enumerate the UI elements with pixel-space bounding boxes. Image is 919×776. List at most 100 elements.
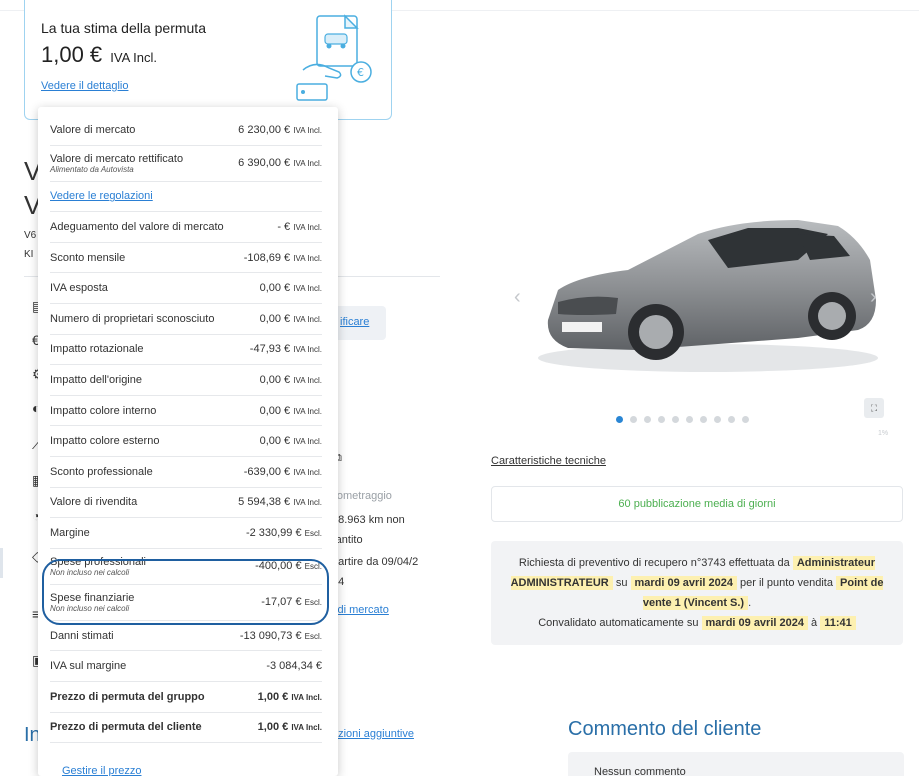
price-detail-label-text: IVA esposta (50, 282, 108, 295)
price-detail-value: 0,00 € IVA Incl. (260, 405, 322, 417)
estimate-value: 1,00 € IVA Incl. (41, 42, 157, 68)
price-detail-amount: -47,93 € (249, 343, 291, 356)
price-detail-value: - € IVA Incl. (277, 221, 322, 233)
price-detail-label-text: Sconto mensile (50, 251, 126, 264)
carousel-dot[interactable] (672, 416, 679, 423)
price-detail-amount: - € (277, 220, 291, 233)
price-detail-label-text: Sconto professionale (50, 465, 153, 478)
price-detail-label: IVA sul margine (50, 660, 266, 672)
price-detail-row: IVA esposta 0,00 € IVA Incl. (50, 273, 322, 304)
estimate-vat-suffix: IVA Incl. (110, 50, 158, 65)
fullscreen-icon[interactable]: ⛶ (864, 398, 884, 418)
quote-val-date: mardi 09 avril 2024 (701, 616, 808, 630)
carousel-prev-icon[interactable]: ‹ (514, 286, 521, 309)
price-detail-label: Margine (50, 527, 246, 539)
price-detail-unit: IVA Incl. (293, 375, 322, 385)
carousel-dot[interactable] (658, 416, 665, 423)
customer-comment-heading: Commento del cliente (568, 718, 762, 740)
technical-specs-link[interactable]: Caratteristiche tecniche (491, 455, 606, 467)
price-detail-unit: IVA Incl. (293, 406, 322, 416)
see-adjustments-link[interactable]: Vedere le regolazioni (50, 182, 322, 213)
available-from: partire da 09/04/2 (332, 556, 419, 568)
price-detail-row: Sconto professionale -639,00 € IVA Incl. (50, 457, 322, 488)
price-detail-unit: Escl. (304, 631, 322, 641)
price-detail-amount: 0,00 € (259, 282, 291, 295)
price-detail-value: -108,69 € IVA Incl. (244, 252, 322, 264)
carousel-dot[interactable] (728, 416, 735, 423)
price-detail-unit: IVA Incl. (291, 723, 322, 733)
price-detail-row: Valore di mercato 6 230,00 € IVA Incl. (50, 115, 322, 146)
carousel-dot[interactable] (616, 416, 623, 423)
price-detail-label-text: Vedere le regolazioni (50, 190, 153, 203)
price-detail-unit: IVA Incl. (293, 284, 322, 294)
carousel-dot[interactable] (714, 416, 721, 423)
price-detail-label: Impatto dell'origine (50, 374, 260, 386)
price-detail-unit: IVA Incl. (293, 159, 322, 169)
market-link[interactable]: i di mercato (332, 604, 389, 616)
price-detail-label: Danni stimati (50, 630, 240, 642)
price-detail-unit: IVA Incl. (293, 125, 322, 135)
price-detail-value: 5 594,38 € IVA Incl. (238, 496, 322, 508)
price-detail-label-text: Numero di proprietari sconosciuto (50, 312, 215, 325)
price-detail-label-text: Impatto dell'origine (50, 373, 142, 386)
price-detail-unit: IVA Incl. (293, 345, 322, 355)
price-detail-amount: 5 594,38 € (238, 496, 291, 509)
price-detail-amount: 6 390,00 € (238, 157, 291, 170)
price-detail-row: Adeguamento del valore di mercato - € IVA… (50, 212, 322, 243)
highlight-annotation (42, 559, 329, 625)
quote-at: à (811, 617, 818, 629)
modify-button[interactable]: ificare (334, 306, 386, 340)
price-detail-label: Vedere le regolazioni (50, 190, 322, 202)
left-edge-marker (0, 548, 3, 578)
customer-comment-box: Nessun commento (568, 752, 904, 776)
car-photo (538, 220, 878, 372)
quote-request-box: Richiesta di preventivo di recupero n°37… (491, 541, 903, 645)
price-detail-label-text: Impatto colore esterno (50, 435, 160, 448)
price-detail-row: Valore di rivendita 5 594,38 € IVA Incl. (50, 488, 322, 519)
see-detail-link[interactable]: Vedere il dettaglio (41, 80, 128, 92)
carousel-dot[interactable] (630, 416, 637, 423)
vehicle-subtitle-fragment-2: KI (24, 249, 34, 260)
price-detail-label: Impatto colore esterno (50, 435, 260, 447)
price-detail-label: Impatto colore interno (50, 405, 260, 417)
price-detail-row: IVA sul margine -3 084,34 € (50, 651, 322, 682)
price-detail-label-text: Valore di mercato (50, 123, 136, 136)
price-detail-label: Prezzo di permuta del cliente (50, 721, 258, 733)
price-detail-label-text: Margine (50, 526, 90, 539)
price-detail-unit: IVA Incl. (293, 314, 322, 324)
price-detail-panel: Valore di mercato 6 230,00 € IVA Incl. Val… (38, 107, 338, 776)
price-detail-amount: -3 084,34 € (266, 660, 322, 673)
carousel-next-icon[interactable]: › (870, 286, 877, 309)
price-detail-label-text: Danni stimati (50, 629, 114, 642)
quote-time: 11:41 (820, 616, 856, 630)
price-detail-value: 1,00 € IVA Incl. (258, 721, 322, 733)
price-detail-value: 0,00 € IVA Incl. (260, 374, 322, 386)
price-detail-row: Sconto mensile -108,69 € IVA Incl. (50, 243, 322, 274)
price-detail-amount: 0,00 € (259, 312, 291, 325)
manage-price-link[interactable]: Gestire il prezzo (62, 765, 141, 776)
price-detail-label: Numero di proprietari sconosciuto (50, 313, 260, 325)
carousel-dot[interactable] (644, 416, 651, 423)
vehicle-subtitle-fragment-1: V6 (24, 230, 37, 241)
price-detail-unit: Escl. (304, 528, 322, 538)
price-detail-amount: 0,00 € (259, 373, 291, 386)
price-detail-label: Valore di mercato rettificato Alimentato … (50, 153, 238, 174)
carousel-dot[interactable] (742, 416, 749, 423)
price-detail-label-text: Prezzo di permuta del cliente (50, 721, 202, 734)
svg-text:€: € (357, 66, 364, 79)
price-detail-value: 0,00 € IVA Incl. (260, 435, 322, 447)
carousel-dot[interactable] (700, 416, 707, 423)
price-detail-label-text: IVA sul margine (50, 660, 127, 673)
price-detail-value: -639,00 € IVA Incl. (244, 466, 322, 478)
price-detail-sublabel: Alimentato da Autovista (50, 164, 134, 174)
quote-on: su (615, 577, 628, 589)
quote-validated: Convalidato automaticamente su (538, 617, 699, 629)
carousel-dot[interactable] (686, 416, 693, 423)
price-detail-row: Impatto rotazionale -47,93 € IVA Incl. (50, 335, 322, 366)
price-detail-label: Valore di rivendita (50, 496, 238, 508)
price-detail-amount: -2 330,99 € (245, 526, 302, 539)
price-detail-row: Impatto colore interno 0,00 € IVA Incl. (50, 396, 322, 427)
trade-in-estimate-card: La tua stima della permuta 1,00 € IVA In… (24, 0, 392, 120)
price-detail-row: Impatto colore esterno 0,00 € IVA Incl. (50, 426, 322, 457)
extra-info-link[interactable]: azioni aggiuntive (332, 728, 414, 740)
